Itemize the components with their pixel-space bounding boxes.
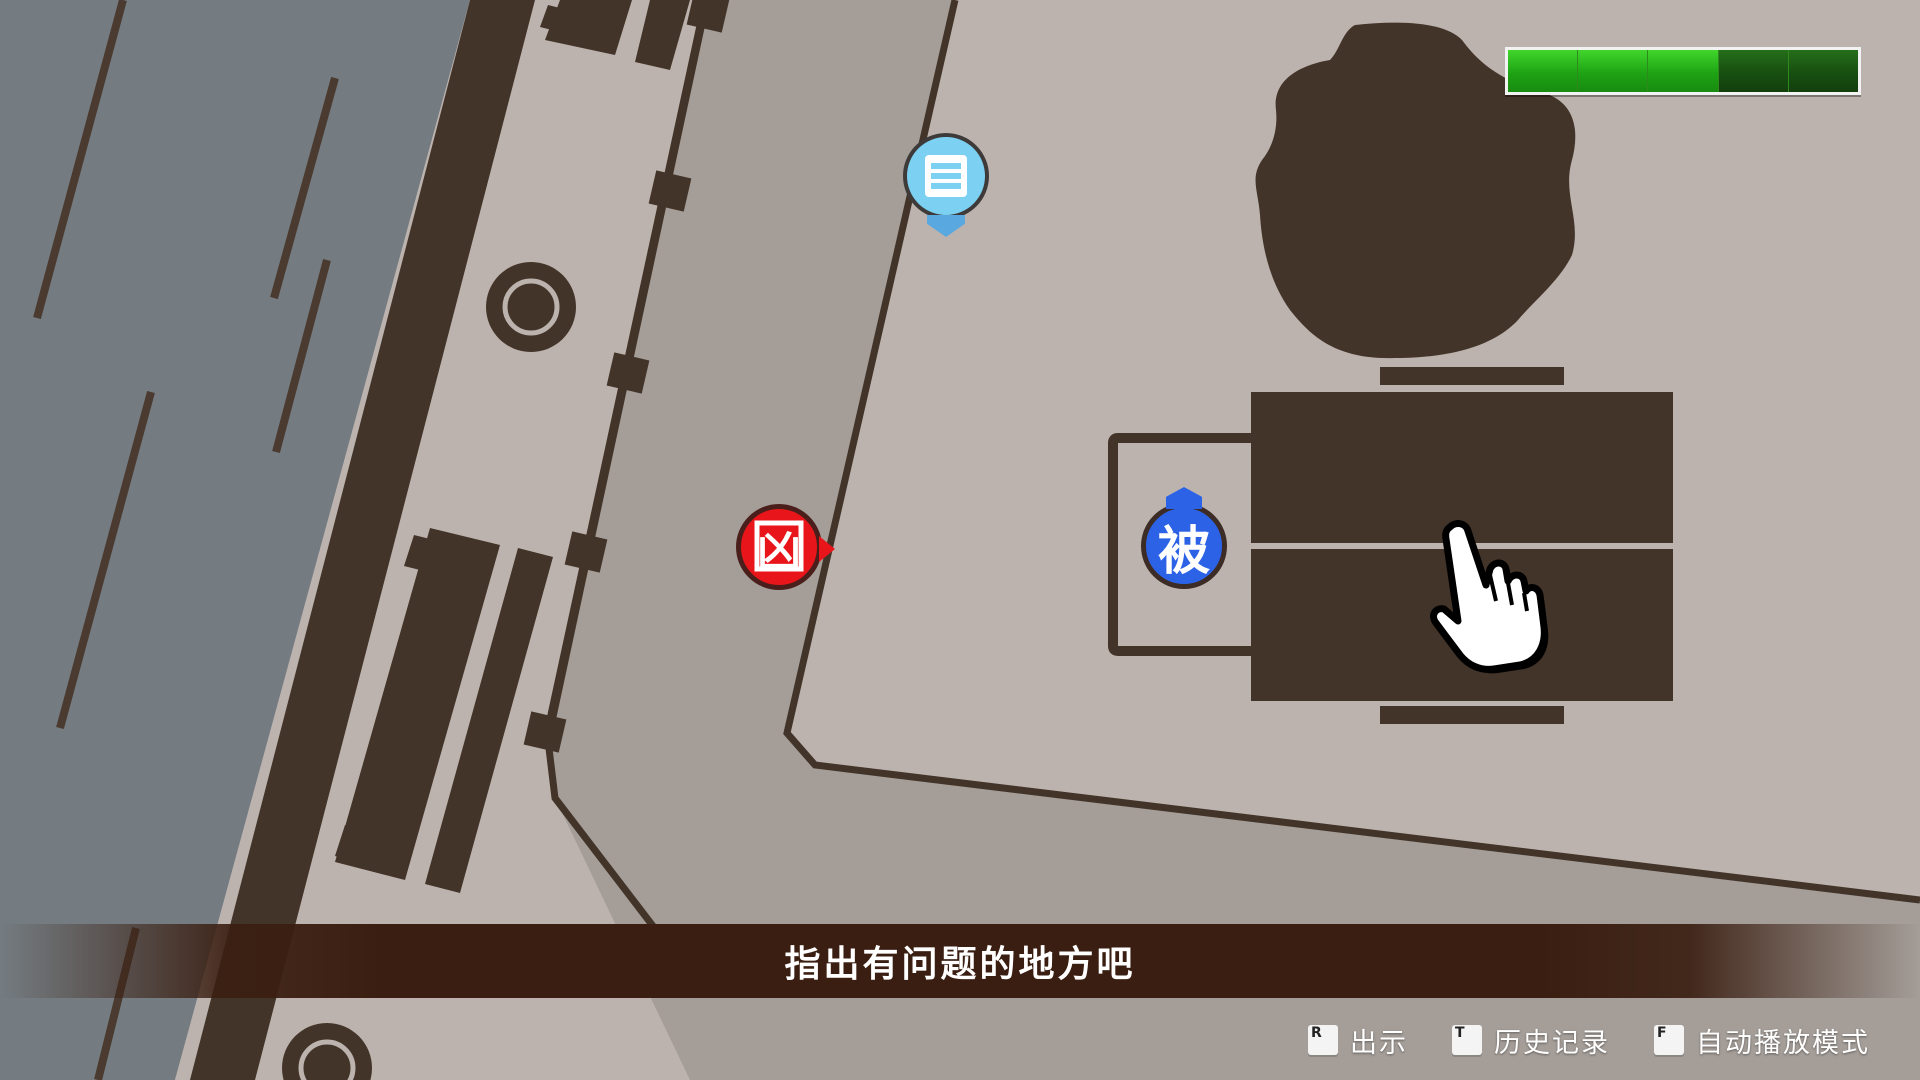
dialogue-bar: 指出有问题的地方吧 xyxy=(0,924,1920,998)
gauge-segment xyxy=(1578,50,1649,92)
bollard xyxy=(486,262,576,352)
gauge-segment xyxy=(1508,50,1579,92)
evidence-marker[interactable] xyxy=(903,133,989,219)
key-icon: F xyxy=(1654,1025,1684,1055)
victim-marker-label: 被 xyxy=(1157,521,1210,582)
document-list-icon xyxy=(925,155,967,197)
gauge-segment xyxy=(1718,50,1789,92)
present-label: 出示 xyxy=(1350,1027,1408,1059)
victim-marker[interactable]: 被 xyxy=(1141,503,1227,589)
key-icon: R xyxy=(1308,1025,1338,1055)
history-label: 历史记录 xyxy=(1494,1027,1610,1059)
health-gauge xyxy=(1505,47,1861,95)
gauge-segment xyxy=(1648,50,1719,92)
auto-play-control[interactable]: F 自动播放模式 xyxy=(1654,1021,1870,1060)
control-hints: R 出示 T 历史记录 F 自动播放模式 xyxy=(1308,1021,1870,1060)
gauge-segment xyxy=(1788,50,1859,92)
history-control[interactable]: T 历史记录 xyxy=(1452,1021,1610,1060)
suspect-marker-label: 凶 xyxy=(757,526,801,577)
suspect-marker[interactable]: 凶 xyxy=(736,504,835,590)
key-icon: T xyxy=(1452,1025,1482,1055)
hand-pointer-icon xyxy=(1430,520,1549,674)
dialogue-text: 指出有问题的地方吧 xyxy=(784,943,1136,985)
present-control[interactable]: R 出示 xyxy=(1308,1021,1408,1060)
auto-play-label: 自动播放模式 xyxy=(1696,1027,1870,1059)
